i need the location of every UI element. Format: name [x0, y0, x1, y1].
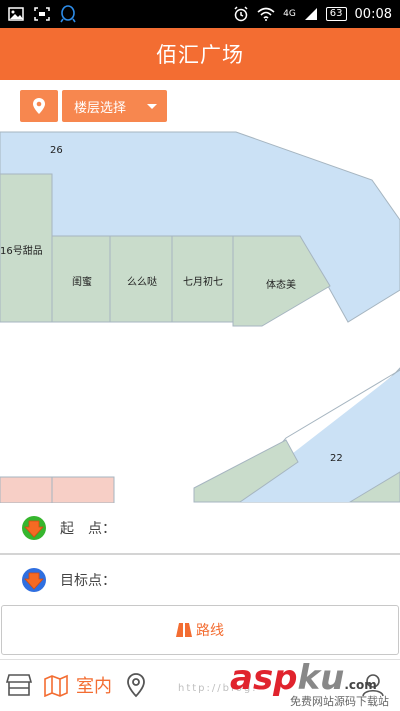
nav-location[interactable]: [126, 668, 146, 702]
qq-notification-icon: [60, 5, 76, 23]
app-header: 佰汇广场: [0, 28, 400, 80]
wifi-icon: [257, 7, 275, 21]
road-icon: [176, 623, 192, 637]
brand-asp: asp: [230, 658, 298, 698]
signal-icon: [304, 8, 317, 20]
scan-notification-icon: [34, 7, 50, 21]
battery-indicator: 63: [325, 7, 347, 21]
clock: 00:08: [354, 6, 392, 22]
start-arrow-icon: [22, 516, 46, 540]
nav-indoor[interactable]: 室内: [44, 668, 112, 702]
start-point-label: 起 点：: [60, 521, 116, 537]
end-point-label: 目标点：: [60, 573, 116, 589]
indoor-map-icon: [44, 674, 68, 697]
map-label-guimi[interactable]: 闺蜜: [72, 273, 92, 288]
floor-select-label: 楼层选择: [74, 100, 127, 116]
network-type: 4G: [283, 9, 296, 19]
map-label-titaimei[interactable]: 体态美: [266, 276, 296, 291]
map-canvas[interactable]: [0, 80, 400, 503]
map-label-26[interactable]: 26: [50, 145, 63, 156]
location-outline-icon: [127, 673, 145, 698]
locate-button[interactable]: [20, 90, 58, 122]
floor-select-button[interactable]: 楼层选择: [62, 90, 167, 122]
brand-subtitle: 免费网站源码下载站: [290, 695, 389, 708]
end-point-row[interactable]: 目标点：: [0, 555, 400, 605]
brand-suffix: .com: [344, 678, 377, 692]
page-title: 佰汇广场: [156, 43, 244, 67]
image-notification-icon: [8, 7, 24, 21]
alarm-icon: [234, 6, 248, 22]
shop-pink-2: [51, 476, 115, 503]
nav-indoor-label: 室内: [76, 676, 112, 697]
brand-ku: ku: [297, 658, 345, 698]
route-button[interactable]: 路线: [1, 605, 399, 655]
nav-store[interactable]: [6, 668, 32, 702]
shop-pink-1: [0, 476, 53, 503]
route-button-label: 路线: [196, 623, 224, 639]
status-bar: 4G 63 00:08: [0, 0, 400, 28]
map-label-22[interactable]: 22: [330, 453, 343, 464]
map-label-qiyuechuqi[interactable]: 七月初七: [183, 273, 223, 288]
end-arrow-icon: [22, 568, 46, 592]
map-label-momoda[interactable]: 么么哒: [127, 273, 157, 288]
caret-down-icon: [147, 104, 157, 109]
indoor-map[interactable]: 26 16号甜品 闺蜜 么么哒 七月初七 体态美 22: [0, 80, 400, 503]
store-icon: [6, 674, 32, 696]
brand-watermark: aspku.com: [230, 658, 377, 698]
start-point-row[interactable]: 起 点：: [0, 503, 400, 553]
map-label-16[interactable]: 16号甜品: [0, 242, 43, 257]
location-pin-icon: [33, 98, 45, 114]
app-screen: 4G 63 00:08 佰汇广场 26 16号甜品 闺蜜 么么哒 七月初七 体态…: [0, 0, 400, 711]
